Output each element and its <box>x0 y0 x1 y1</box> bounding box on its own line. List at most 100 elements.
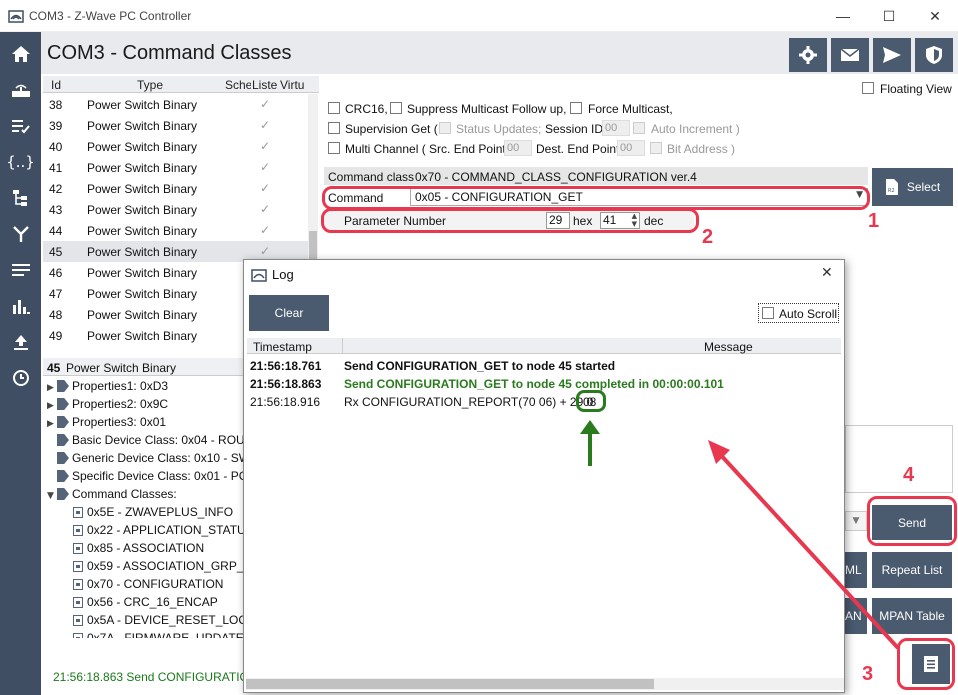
tag-icon <box>57 416 69 428</box>
table-row[interactable]: 42 Power Switch Binary ✓ <box>43 178 309 199</box>
crc16-checkbox[interactable] <box>328 102 340 114</box>
col-message: Message <box>704 340 753 354</box>
force-multicast-checkbox[interactable] <box>570 102 582 114</box>
tree-node[interactable]: 0x59 - ASSOCIATION_GRP_IN <box>73 559 243 573</box>
force-multicast-label: Force Multicast, <box>588 102 673 116</box>
zwave-logo-icon <box>251 269 267 282</box>
tree-node[interactable]: ▶ Properties1: 0xD3 <box>47 379 168 393</box>
collapse-arrow-icon[interactable]: ▼ <box>47 491 57 501</box>
grid-header: Id Type Sche Liste Virtu <box>43 76 319 93</box>
braces-icon[interactable]: {..} <box>0 144 41 180</box>
log-row-ts: 21:56:18.761 <box>250 359 322 373</box>
security-button[interactable] <box>915 38 953 72</box>
expand-arrow-icon[interactable]: ▶ <box>47 419 57 429</box>
tree-node[interactable]: Specific Device Class: 0x01 - PC <box>47 469 243 483</box>
src-end-point-input[interactable]: 00 <box>504 140 532 156</box>
row-id: 40 <box>49 140 63 154</box>
settings-button[interactable] <box>789 38 827 72</box>
col-type[interactable]: Type <box>137 78 163 92</box>
suppress-multicast-label: Suppress Multicast Follow up, <box>407 102 567 116</box>
multi-channel-checkbox[interactable] <box>328 142 340 154</box>
minimize-button[interactable]: — <box>820 0 866 32</box>
checklist-icon[interactable] <box>0 108 41 144</box>
col-virtual[interactable]: Virtu <box>280 78 308 92</box>
tag-icon <box>57 380 69 392</box>
tree-node-label: 0x59 - ASSOCIATION_GRP_IN <box>87 559 243 573</box>
tag-icon <box>57 398 69 410</box>
dest-end-point-input[interactable]: 00 <box>617 140 645 156</box>
command-class-label: Command class <box>328 170 415 184</box>
tag-icon <box>57 488 69 500</box>
table-row[interactable]: 38 Power Switch Binary ✓ <box>43 94 309 115</box>
history-icon[interactable] <box>0 360 41 396</box>
select-file-icon: R2 <box>885 179 898 195</box>
tree-node-label: 0x56 - CRC_16_ENCAP <box>87 595 218 609</box>
bit-address-checkbox[interactable] <box>650 142 662 154</box>
home-icon[interactable] <box>0 36 41 72</box>
row-id: 48 <box>49 308 63 322</box>
tree-node[interactable]: 0x85 - ASSOCIATION <box>73 541 204 555</box>
close-button[interactable]: ✕ <box>912 0 958 32</box>
tree-node[interactable]: ▼ Command Classes: <box>47 487 177 501</box>
tree-node-label: Basic Device Class: 0x04 - ROUT <box>72 433 243 447</box>
expand-arrow-icon[interactable]: ▶ <box>47 401 57 411</box>
col-listening[interactable]: Liste <box>252 78 279 92</box>
clear-button[interactable]: Clear <box>249 295 329 331</box>
table-row[interactable]: 43 Power Switch Binary ✓ <box>43 199 309 220</box>
session-id-input[interactable]: 00 <box>602 120 630 136</box>
log-row-ts: 21:56:18.916 <box>250 395 321 409</box>
col-timestamp: Timestamp <box>253 340 312 354</box>
table-row[interactable]: 39 Power Switch Binary ✓ <box>43 115 309 136</box>
tree-icon[interactable] <box>0 180 41 216</box>
supervision-get-checkbox[interactable] <box>328 122 340 134</box>
row-type: Power Switch Binary <box>87 266 198 280</box>
chart-icon[interactable] <box>0 288 41 324</box>
row-type: Power Switch Binary <box>87 287 198 301</box>
auto-increment-checkbox[interactable] <box>633 122 645 134</box>
maximize-button[interactable]: ☐ <box>866 0 912 32</box>
suppress-multicast-checkbox[interactable] <box>390 102 402 114</box>
table-row[interactable]: 44 Power Switch Binary ✓ <box>43 220 309 241</box>
annotation-number: 3 <box>862 663 874 685</box>
tree-node[interactable]: 0x5E - ZWAVEPLUS_INFO <box>73 505 233 519</box>
col-schedule[interactable]: Sche <box>225 78 251 92</box>
zwave-logo-icon <box>8 10 24 23</box>
tree-node[interactable]: 0x22 - APPLICATION_STATUS <box>73 523 243 537</box>
row-type: Power Switch Binary <box>87 203 198 217</box>
tree-node[interactable]: 0x7A - FIRMWARE_UPDATE_M <box>73 631 243 638</box>
log-close-icon[interactable]: ✕ <box>821 264 833 281</box>
table-row[interactable]: 41 Power Switch Binary ✓ <box>43 157 309 178</box>
tree-node[interactable]: ▶ Properties2: 0x9C <box>47 397 168 411</box>
tree-node[interactable]: 0x70 - CONFIGURATION <box>73 577 223 591</box>
send-header-button[interactable] <box>873 38 911 72</box>
upload-icon[interactable] <box>0 324 41 360</box>
table-row[interactable]: 40 Power Switch Binary ✓ <box>43 136 309 157</box>
mail-button[interactable] <box>831 38 869 72</box>
tag-icon <box>57 452 69 464</box>
log-row-msg: Send CONFIGURATION_GET to node 45 starte… <box>344 359 616 373</box>
status-updates-checkbox[interactable] <box>439 122 451 134</box>
tree-node[interactable]: 0x56 - CRC_16_ENCAP <box>73 595 218 609</box>
tree-node[interactable]: Generic Device Class: 0x10 - SW <box>47 451 243 465</box>
session-id-label: Session ID <box>545 122 604 136</box>
tree-node[interactable]: Basic Device Class: 0x04 - ROUT <box>47 433 243 447</box>
checkmark-icon: ✓ <box>260 160 271 174</box>
list-icon[interactable] <box>0 252 41 288</box>
router-icon[interactable] <box>0 72 41 108</box>
tree-header-id: 45 <box>47 361 61 375</box>
select-button[interactable]: R2 Select <box>872 168 953 206</box>
tree-node[interactable]: ▶ Properties3: 0x01 <box>47 415 166 429</box>
expand-arrow-icon[interactable]: ▶ <box>47 383 57 393</box>
annotation-oval-3 <box>897 638 955 690</box>
command-class-icon <box>73 615 83 626</box>
checkmark-icon: ✓ <box>260 181 271 195</box>
row-type: Power Switch Binary <box>87 140 198 154</box>
checkmark-icon: ✓ <box>260 139 271 153</box>
tree-node-label: 0x5E - ZWAVEPLUS_INFO <box>87 505 234 519</box>
tree-node[interactable]: 0x5A - DEVICE_RESET_LOCALL <box>73 613 243 627</box>
log-scroll-thumb[interactable] <box>246 679 654 689</box>
fork-icon[interactable] <box>0 216 41 252</box>
col-id[interactable]: Id <box>51 78 61 92</box>
floating-view-checkbox[interactable] <box>862 82 874 94</box>
row-type: Power Switch Binary <box>87 161 198 175</box>
